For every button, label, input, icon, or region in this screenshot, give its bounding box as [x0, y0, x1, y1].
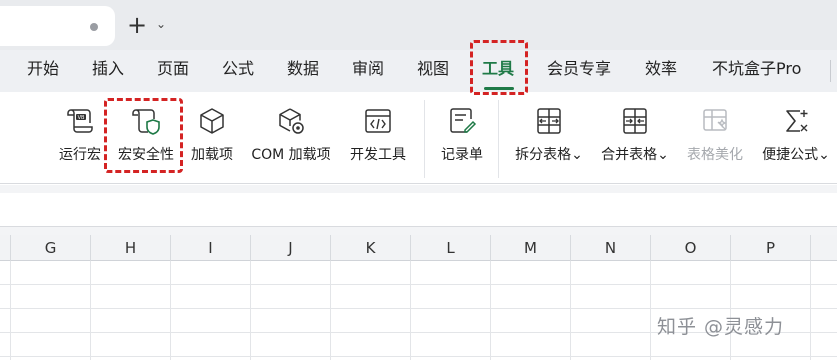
column-line — [810, 261, 811, 360]
column-header-i[interactable]: I — [170, 235, 250, 261]
tool-label: 运行宏 — [59, 147, 101, 163]
dropdown-chevron-icon: ⌄ — [657, 147, 669, 163]
spacer — [0, 185, 837, 193]
tool-label: 合并表格⌄ — [601, 147, 669, 163]
column-header-j[interactable]: J — [250, 235, 330, 261]
merge-table-button[interactable]: 合并表格⌄ — [596, 92, 674, 184]
quick-formula-icon — [786, 110, 808, 132]
menu-view[interactable]: 视图 — [417, 58, 449, 80]
column-header-n[interactable]: N — [570, 235, 650, 261]
new-tab-plus-icon[interactable]: + — [127, 13, 147, 37]
column-line — [730, 261, 731, 360]
column-header-m[interactable]: M — [490, 235, 570, 261]
ribbon-separator — [498, 100, 499, 178]
column-header-g[interactable]: G — [10, 235, 90, 261]
table-beautify-button: 表格美化 — [682, 92, 748, 184]
tool-label: 记录单 — [441, 147, 483, 163]
menu-efficiency[interactable]: 效率 — [645, 58, 677, 80]
column-line — [650, 261, 651, 360]
com-addin-icon — [279, 108, 304, 134]
tool-label: COM 加载项 — [251, 147, 331, 163]
column-header-row: G H I J K L M N O P — [0, 235, 837, 261]
column-line — [250, 261, 251, 360]
record-form-icon — [450, 108, 477, 133]
menu-insert[interactable]: 插入 — [92, 58, 124, 80]
column-line — [570, 261, 571, 360]
row-line — [0, 356, 837, 357]
quick-formula-button[interactable]: 便捷公式⌄ — [756, 92, 836, 184]
menu-home[interactable]: 开始 — [27, 58, 59, 80]
document-tab[interactable] — [0, 6, 115, 46]
tool-label: 加载项 — [191, 147, 233, 163]
menu-bukeng-box-pro[interactable]: 不坑盒子Pro — [712, 58, 801, 80]
column-header-h[interactable]: H — [90, 235, 170, 261]
cell-grid[interactable] — [0, 261, 837, 360]
merge-table-icon — [623, 108, 647, 134]
menu-formula[interactable]: 公式 — [222, 58, 254, 80]
unsaved-dot-icon — [90, 23, 98, 31]
column-line — [170, 261, 171, 360]
split-table-icon — [537, 108, 561, 134]
tool-label: 开发工具 — [350, 147, 406, 163]
column-line — [490, 261, 491, 360]
vb-macro-icon: VB — [67, 109, 93, 133]
column-header-o[interactable]: O — [650, 235, 730, 261]
formula-bar[interactable] — [0, 193, 837, 227]
watermark: 知乎 @灵感力 — [657, 316, 785, 338]
ribbon-separator — [424, 100, 425, 178]
menu-member[interactable]: 会员专享 — [547, 58, 611, 80]
split-table-button[interactable]: 拆分表格⌄ — [510, 92, 588, 184]
row-line — [0, 284, 837, 285]
dropdown-chevron-icon: ⌄ — [571, 147, 583, 163]
table-beautify-icon — [703, 109, 727, 131]
column-line — [10, 261, 11, 360]
column-header-l[interactable]: L — [410, 235, 490, 261]
addins-button[interactable]: 加载项 — [184, 92, 240, 184]
column-header-p[interactable]: P — [730, 235, 810, 261]
svg-text:VB: VB — [78, 115, 85, 121]
tool-label: 表格美化 — [687, 147, 743, 163]
spacer — [0, 227, 837, 235]
developer-tools-icon — [365, 109, 391, 133]
column-header-k[interactable]: K — [330, 235, 410, 261]
run-macro-button[interactable]: VB 运行宏 — [52, 92, 108, 184]
menu-separator — [830, 60, 831, 82]
menu-data[interactable]: 数据 — [287, 58, 319, 80]
column-line — [410, 261, 411, 360]
column-line — [330, 261, 331, 360]
record-form-button[interactable]: 记录单 — [432, 92, 492, 184]
row-line — [0, 308, 837, 309]
menu-page[interactable]: 页面 — [157, 58, 189, 80]
com-addins-button[interactable]: COM 加载项 — [244, 92, 338, 184]
dropdown-chevron-icon: ⌄ — [818, 147, 830, 163]
menu-review[interactable]: 审阅 — [352, 58, 384, 80]
addin-cube-icon — [200, 108, 224, 134]
menu-bar: 开始 插入 页面 公式 数据 审阅 视图 工具 会员专享 效率 不坑盒子Pro — [0, 50, 837, 92]
column-header-partial[interactable] — [810, 235, 837, 261]
column-line — [90, 261, 91, 360]
tool-label: 拆分表格⌄ — [515, 147, 583, 163]
tool-label: 便捷公式⌄ — [762, 147, 830, 163]
macro-security-highlight — [104, 98, 183, 173]
tools-tab-highlight — [470, 40, 528, 95]
title-bar: + ⌄ — [0, 0, 837, 50]
new-tab-menu-chevron-icon[interactable]: ⌄ — [156, 17, 166, 31]
developer-tools-button[interactable]: 开发工具 — [342, 92, 414, 184]
